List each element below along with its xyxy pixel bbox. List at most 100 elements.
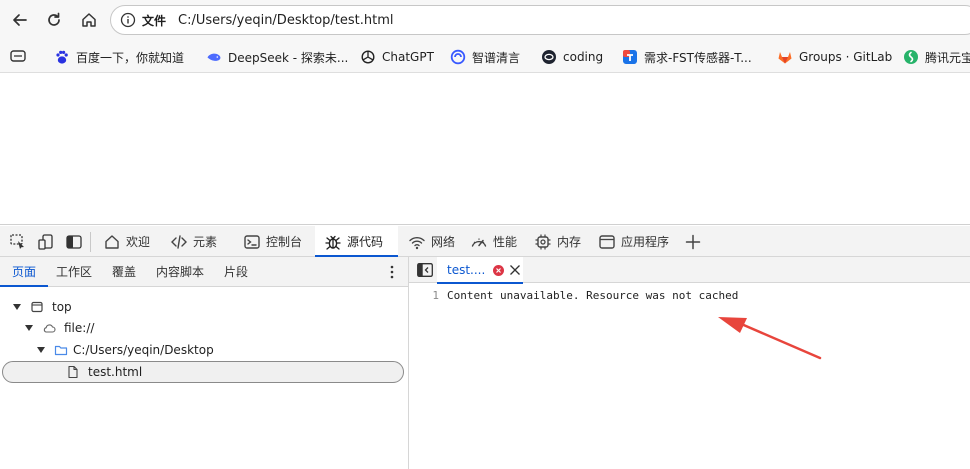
zhipu-icon (450, 49, 466, 65)
bug-icon (324, 233, 342, 251)
yuanbao-icon (903, 49, 919, 65)
tab-network[interactable]: 网络 (404, 226, 459, 257)
editor-tab-label: test.... (447, 263, 486, 277)
nav-tab-workspace[interactable]: 工作区 (56, 257, 92, 287)
expand-triangle-icon[interactable] (36, 345, 46, 355)
tree-label: file:// (64, 321, 95, 335)
tab-label: 源代码 (347, 235, 384, 249)
bookmark-label: 百度一下，你就知道 (76, 50, 185, 65)
tree-node-origin[interactable]: file:// (24, 318, 94, 338)
baidu-paw-icon (54, 49, 70, 65)
app-window-icon (598, 233, 616, 251)
bookmark-label: 需求-FST传感器-T... (644, 50, 752, 65)
chip-icon (534, 233, 552, 251)
console-icon (243, 233, 261, 251)
more-options-icon[interactable] (388, 264, 396, 280)
address-url[interactable]: C:/Users/yeqin/Desktop/test.html (178, 13, 394, 28)
gitlab-fox-icon (777, 49, 793, 65)
devtools-tab-strip: 欢迎 元素 控制台 源代码 网络 性能 内存 应用程序 (0, 226, 970, 257)
reload-icon (48, 12, 60, 26)
inspect-element-icon[interactable] (9, 233, 27, 251)
expand-triangle-icon[interactable] (24, 323, 34, 333)
bookmark-coding[interactable]: coding (541, 48, 603, 66)
tab-application[interactable]: 应用程序 (594, 226, 673, 257)
bookmark-baidu[interactable]: 百度一下，你就知道 (54, 48, 184, 66)
navigator-tab-strip: 页面 工作区 覆盖 内容脚本 片段 (0, 257, 408, 287)
bookmark-label: 智谱清言 (472, 50, 521, 65)
browser-toolbar: 文件 C:/Users/yeqin/Desktop/test.html (0, 0, 970, 40)
selected-file-highlight (2, 361, 404, 383)
nav-tab-snippets[interactable]: 片段 (224, 257, 248, 287)
toolbar-divider (90, 232, 91, 252)
nav-tab-overrides[interactable]: 覆盖 (112, 257, 136, 287)
line-text: Content unavailable. Resource was not ca… (447, 289, 739, 302)
nav-tab-page[interactable]: 页面 (0, 257, 49, 287)
toggle-navigator-icon[interactable] (417, 263, 433, 277)
address-bar[interactable]: 文件 C:/Users/yeqin/Desktop/test.html (110, 5, 970, 35)
back-button[interactable] (8, 8, 32, 32)
tab-performance[interactable]: 性能 (466, 226, 521, 257)
bookmark-chatgpt[interactable]: ChatGPT (360, 48, 434, 66)
tree-label: top (52, 300, 72, 314)
bookmark-zhipu[interactable]: 智谱清言 (450, 48, 520, 66)
page-info-icon[interactable] (120, 12, 136, 28)
gauge-icon (470, 233, 488, 251)
address-scheme-label: 文件 (142, 13, 167, 28)
tab-label: 网络 (431, 235, 456, 249)
more-tools-plus-icon[interactable] (684, 233, 702, 251)
coding-icon (541, 49, 557, 65)
tapd-icon (622, 49, 638, 65)
bookmark-tapd[interactable]: 需求-FST传感器-T... (622, 48, 752, 66)
source-editor: test.... 1 Content unavailable. Resource… (409, 257, 970, 469)
tree-node-folder[interactable]: C:/Users/yeqin/Desktop (36, 340, 214, 360)
bookmark-label: coding (563, 50, 604, 64)
folder-icon (54, 343, 68, 357)
close-tab-icon[interactable] (509, 264, 521, 276)
reload-button[interactable] (42, 8, 66, 32)
file-icon (66, 365, 80, 379)
bookmark-gitlab[interactable]: Groups · GitLab (777, 48, 892, 66)
tree-node-file[interactable]: test.html (66, 362, 142, 382)
bookmark-yuanbao[interactable]: 腾讯元宝 (903, 48, 970, 66)
tab-memory[interactable]: 内存 (530, 226, 585, 257)
wifi-icon (408, 233, 426, 251)
tab-label: 内存 (557, 235, 582, 249)
home-icon (82, 13, 96, 27)
home-icon (103, 233, 121, 251)
line-number: 1 (432, 289, 439, 302)
code-brackets-icon (170, 233, 188, 251)
bookmark-label: Groups · GitLab (799, 50, 893, 64)
device-emulation-icon[interactable] (37, 233, 55, 251)
tab-label: 性能 (493, 235, 518, 249)
bookmark-label: ChatGPT (382, 50, 434, 64)
editor-tab-strip: test.... (409, 257, 970, 284)
tab-label: 欢迎 (126, 235, 151, 249)
bookmarks-bar: 百度一下，你就知道 DeepSeek - 探索未... ChatGPT 智谱清言… (0, 40, 970, 73)
bookmark-label: DeepSeek - 探索未... (228, 50, 349, 65)
deepseek-whale-icon (206, 49, 222, 65)
expand-triangle-icon[interactable] (12, 302, 22, 312)
error-badge-icon (493, 264, 505, 276)
tab-sources[interactable]: 源代码 (315, 226, 398, 257)
page-viewport[interactable] (0, 74, 970, 225)
tab-elements[interactable]: 元素 (166, 226, 221, 257)
bookmarks-menu-icon[interactable] (10, 49, 26, 63)
code-line[interactable]: 1 Content unavailable. Resource was not … (409, 289, 738, 305)
sources-navigator: 页面 工作区 覆盖 内容脚本 片段 top file:// C:/Users/y… (0, 257, 409, 469)
back-arrow-icon (13, 14, 27, 26)
tab-label: 应用程序 (621, 235, 670, 249)
nav-tab-content-scripts[interactable]: 内容脚本 (156, 257, 204, 287)
dock-side-icon[interactable] (65, 233, 83, 251)
tree-label: C:/Users/yeqin/Desktop (73, 343, 214, 357)
bookmark-label: 腾讯元宝 (925, 50, 970, 65)
tab-label: 元素 (193, 235, 218, 249)
home-button[interactable] (77, 8, 101, 32)
frame-icon (30, 300, 44, 314)
tab-welcome[interactable]: 欢迎 (99, 226, 154, 257)
tree-label: test.html (88, 365, 143, 379)
tab-console[interactable]: 控制台 (239, 226, 306, 257)
bookmark-deepseek[interactable]: DeepSeek - 探索未... (206, 48, 348, 66)
cloud-icon (42, 321, 56, 335)
editor-tab-test-html[interactable]: test.... (437, 257, 523, 284)
tree-node-top[interactable]: top (12, 297, 72, 317)
